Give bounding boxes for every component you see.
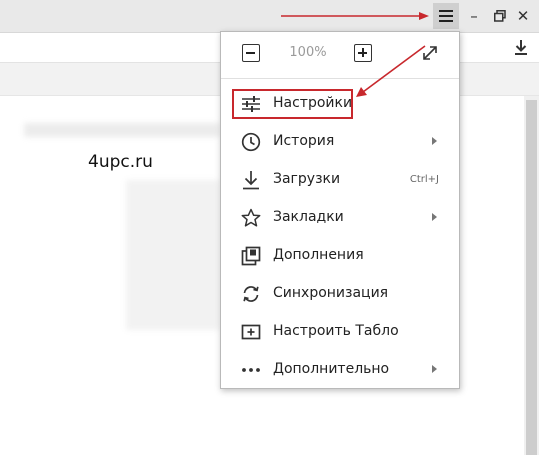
minimize-icon: –	[470, 7, 478, 25]
title-bar: – ✕	[0, 0, 539, 33]
menu-item-label: Настроить Табло	[273, 323, 399, 339]
menu-item-more[interactable]: Дополнительно	[221, 351, 459, 389]
submenu-arrow-icon	[432, 213, 437, 221]
menu-item-extensions[interactable]: Дополнения	[221, 237, 459, 275]
clock-icon	[241, 132, 261, 152]
main-menu: 100% Настройки История Загрузки Ctrl+J З…	[220, 31, 460, 389]
downloads-button-icon[interactable]	[513, 39, 529, 57]
menu-item-label: Закладки	[273, 209, 344, 225]
menu-item-shortcut: Ctrl+J	[409, 174, 439, 185]
menu-item-sync[interactable]: Синхронизация	[221, 275, 459, 313]
sync-icon	[243, 286, 259, 302]
close-icon: ✕	[516, 7, 530, 25]
extensions-icon	[241, 246, 261, 266]
menu-item-label: Настройки	[273, 95, 353, 111]
submenu-arrow-icon	[432, 365, 437, 373]
zoom-in-button[interactable]	[354, 44, 372, 62]
menu-item-downloads[interactable]: Загрузки Ctrl+J	[221, 161, 459, 199]
page-scrollbar[interactable]	[524, 96, 539, 455]
menu-item-settings[interactable]: Настройки	[221, 85, 459, 123]
star-icon	[241, 208, 261, 227]
close-button[interactable]: ✕	[511, 3, 535, 29]
watermark-text: 4upc.ru	[88, 152, 153, 172]
blurred-content	[24, 123, 220, 137]
menu-item-label: Синхронизация	[273, 285, 389, 301]
settings-sliders-icon	[242, 96, 260, 112]
menu-item-bookmarks[interactable]: Закладки	[221, 199, 459, 237]
menu-item-label: История	[273, 133, 335, 149]
scrollbar-thumb[interactable]	[526, 100, 537, 455]
blurred-content	[126, 180, 220, 330]
menu-item-history[interactable]: История	[221, 123, 459, 161]
fullscreen-icon[interactable]	[421, 44, 439, 62]
restore-icon	[494, 10, 506, 22]
menu-item-label: Загрузки	[273, 171, 341, 187]
menu-button[interactable]	[433, 3, 459, 29]
menu-item-customize-tableau[interactable]: Настроить Табло	[221, 313, 459, 351]
more-dots-icon	[242, 368, 260, 372]
submenu-arrow-icon	[432, 137, 437, 145]
add-tile-icon	[241, 324, 261, 340]
zoom-controls: 100%	[221, 32, 459, 79]
minimize-button[interactable]: –	[462, 3, 486, 29]
download-icon	[243, 171, 259, 190]
browser-window: – ✕ 4upc.ru 100% Настройки История Загру…	[0, 0, 539, 455]
restore-button[interactable]	[488, 3, 512, 29]
menu-item-label: Дополнения	[273, 247, 364, 263]
zoom-out-button[interactable]	[242, 44, 260, 62]
zoom-level: 100%	[289, 45, 327, 60]
menu-item-label: Дополнительно	[273, 361, 390, 377]
hamburger-menu-icon	[439, 10, 453, 22]
